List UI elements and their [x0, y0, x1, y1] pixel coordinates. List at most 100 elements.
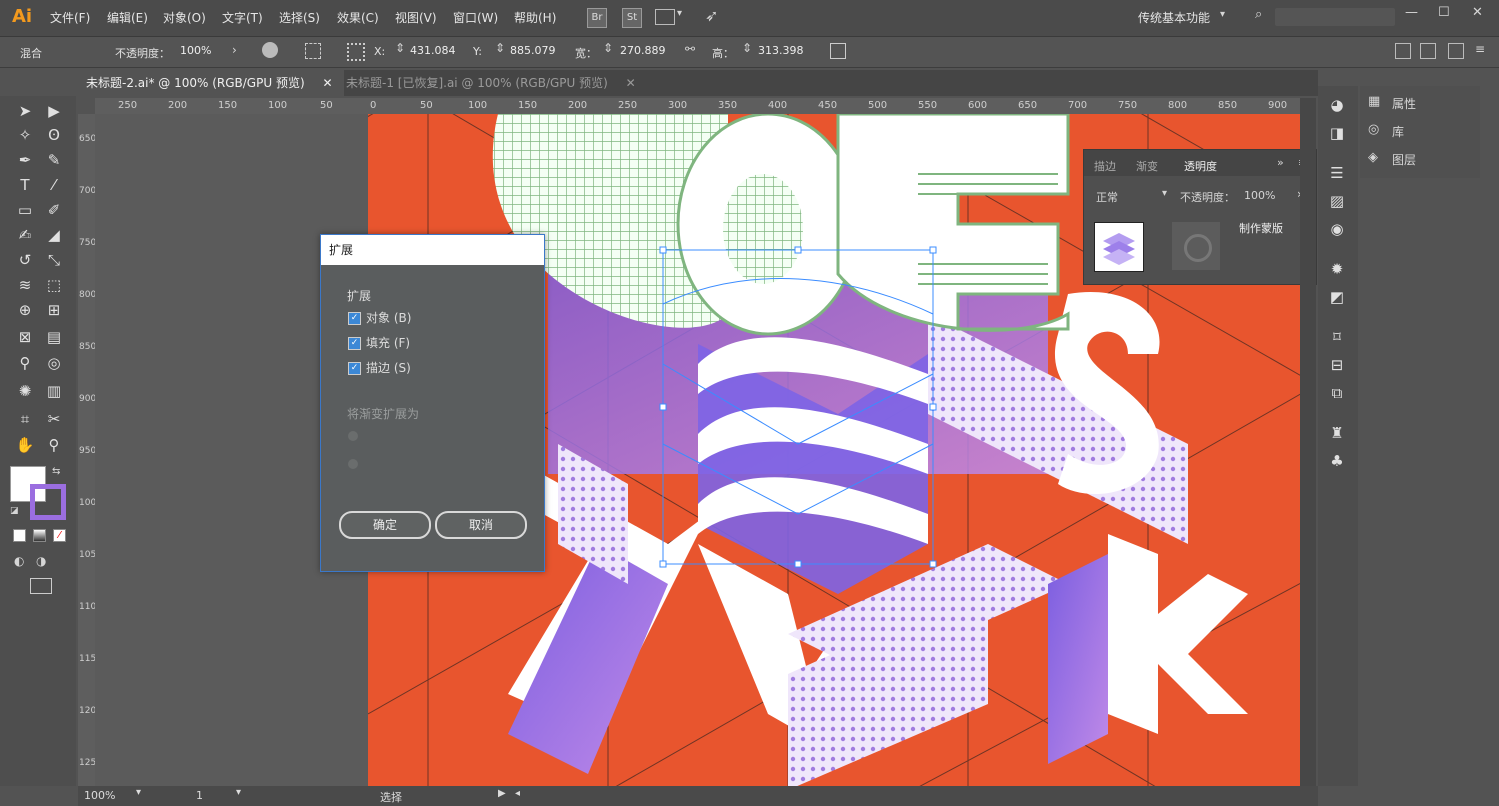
lasso-tool-icon[interactable]: ʘ — [43, 124, 65, 146]
symbol-sprayer-tool-icon[interactable]: ✺ — [14, 380, 36, 402]
chevron-left-icon[interactable]: ◂ — [515, 788, 520, 799]
paintbrush-tool-icon[interactable]: ✐ — [43, 199, 65, 221]
isolate-icon[interactable] — [1448, 43, 1464, 59]
pen-tool-icon[interactable]: ✒ — [14, 149, 36, 171]
width-stepper-icon[interactable]: ⇕ — [603, 41, 613, 55]
slice-tool-icon[interactable]: ✂ — [43, 408, 65, 430]
artboard-chevron-icon[interactable]: ▾ — [236, 787, 241, 798]
maximize-button[interactable]: ☐ — [1438, 5, 1450, 20]
menu-object[interactable]: 对象(O) — [163, 9, 206, 26]
x-input[interactable]: 431.084 — [410, 43, 456, 59]
draw-behind-icon[interactable]: ◑ — [36, 554, 46, 568]
align-panel-icon[interactable] — [1395, 43, 1411, 59]
shape-builder-tool-icon[interactable]: ⊕ — [14, 299, 36, 321]
vertical-scrollbar[interactable] — [1300, 98, 1316, 786]
stroke-panel-icon[interactable]: ☰ — [1326, 162, 1348, 184]
line-tool-icon[interactable]: ⁄ — [43, 174, 65, 196]
stroke-color-swatch[interactable] — [30, 484, 66, 520]
shaper-tool-icon[interactable]: ✍ — [14, 224, 36, 246]
library-icon[interactable]: ◎ — [1368, 122, 1379, 137]
menu-select[interactable]: 选择(S) — [279, 9, 320, 26]
close-icon[interactable]: ✕ — [322, 76, 332, 90]
gradient-mesh-radio[interactable] — [348, 431, 358, 441]
mesh-tool-icon[interactable]: ⊠ — [14, 326, 36, 348]
play-icon[interactable]: ▶ — [498, 788, 506, 799]
x-stepper-icon[interactable]: ⇕ — [395, 41, 405, 55]
tab-transparency[interactable]: 透明度 — [1184, 158, 1217, 174]
gradient-objects-radio[interactable] — [348, 459, 358, 469]
symbols-icon[interactable]: ♣ — [1326, 450, 1348, 472]
default-colors-icon[interactable]: ◪ — [10, 506, 19, 516]
minimize-button[interactable]: — — [1405, 5, 1418, 20]
menu-effect[interactable]: 效果(C) — [337, 9, 379, 26]
transparency-panel-icon[interactable]: ◉ — [1326, 218, 1348, 240]
blend-mode-select[interactable]: 正常 — [1096, 189, 1118, 205]
rectangle-tool-icon[interactable]: ▭ — [14, 199, 36, 221]
draw-mode-icon[interactable]: ◐ — [14, 554, 24, 568]
transform-panel-icon[interactable]: ⌑ — [1326, 326, 1348, 348]
menu-help[interactable]: 帮助(H) — [514, 9, 556, 26]
zoom-chevron-icon[interactable]: ▾ — [136, 787, 141, 798]
artboard-tool-icon[interactable]: ⌗ — [14, 408, 36, 430]
curvature-tool-icon[interactable]: ✎ — [43, 149, 65, 171]
distribute-icon[interactable] — [1420, 43, 1436, 59]
blend-chevron-icon[interactable]: ▾ — [1162, 188, 1167, 199]
align-icon[interactable] — [305, 43, 321, 59]
y-stepper-icon[interactable]: ⇕ — [495, 41, 505, 55]
control-menu-icon[interactable]: ≡ — [1475, 42, 1485, 56]
mask-thumbnail[interactable] — [1172, 222, 1220, 270]
properties-icon[interactable]: ▦ — [1368, 94, 1380, 109]
panel-library[interactable]: 库 — [1392, 123, 1404, 140]
make-mask-button[interactable]: 制作蒙版 — [1239, 220, 1283, 236]
align-dock-icon[interactable]: ⊟ — [1326, 354, 1348, 376]
panel-collapse-icon[interactable]: » — [1277, 156, 1284, 169]
free-transform-tool-icon[interactable]: ⬚ — [43, 274, 65, 296]
chevron-down-icon[interactable]: ▾ — [677, 8, 682, 19]
eyedropper-tool-icon[interactable]: ⚲ — [14, 352, 36, 374]
layer-thumbnail[interactable] — [1094, 222, 1144, 272]
none-mode-icon[interactable]: ⁄ — [53, 529, 66, 542]
search-input[interactable] — [1275, 8, 1395, 26]
gradient-tool-icon[interactable]: ▤ — [43, 326, 65, 348]
swap-colors-icon[interactable]: ⇆ — [52, 466, 60, 477]
width-tool-icon[interactable]: ≋ — [14, 274, 36, 296]
y-input[interactable]: 885.079 — [510, 43, 556, 59]
pathfinder-icon[interactable]: ⧉ — [1326, 382, 1348, 404]
bridge-icon[interactable]: Br — [587, 8, 607, 28]
close-window-button[interactable]: ✕ — [1472, 5, 1483, 20]
tab-document-2[interactable]: 未标题-2.ai* @ 100% (RGB/GPU 预览) ✕ — [78, 70, 344, 96]
gradient-panel-icon[interactable]: ▨ — [1326, 190, 1348, 212]
close-icon[interactable]: ✕ — [626, 76, 636, 90]
gradient-mode-icon[interactable] — [33, 529, 46, 542]
dialog-titlebar[interactable]: 扩展 — [321, 235, 544, 265]
workspace-switcher[interactable]: 传统基本功能 — [1138, 9, 1210, 26]
appearance-panel-icon[interactable]: ✹ — [1326, 258, 1348, 280]
panel-layers[interactable]: 图层 — [1392, 151, 1416, 168]
layers-icon[interactable]: ◈ — [1368, 150, 1378, 165]
document-icon[interactable]: ◨ — [1326, 122, 1348, 144]
link-proportions-icon[interactable]: ⚯ — [685, 42, 695, 56]
menu-window[interactable]: 窗口(W) — [453, 9, 498, 26]
rocket-icon[interactable]: ➶ — [705, 6, 718, 25]
stock-icon[interactable]: St — [622, 8, 642, 28]
menu-edit[interactable]: 编辑(E) — [107, 9, 148, 26]
zoom-level[interactable]: 100% — [84, 789, 115, 802]
tab-stroke[interactable]: 描边 — [1094, 158, 1116, 174]
screen-mode-icon[interactable] — [30, 578, 52, 594]
height-input[interactable]: 313.398 — [758, 43, 804, 59]
search-icon[interactable]: ⌕ — [1255, 7, 1262, 22]
selection-tool-icon[interactable]: ➤ — [14, 100, 36, 122]
width-input[interactable]: 270.889 — [620, 43, 666, 59]
hand-tool-icon[interactable]: ✋ — [14, 434, 36, 456]
menu-type[interactable]: 文字(T) — [222, 9, 263, 26]
opacity-chevron-icon[interactable]: › — [232, 43, 237, 57]
rotate-tool-icon[interactable]: ↺ — [14, 249, 36, 271]
cancel-button[interactable]: 取消 — [435, 511, 527, 539]
type-tool-icon[interactable]: T — [14, 174, 36, 196]
direct-selection-tool-icon[interactable]: ▶ — [43, 100, 65, 122]
scale-tool-icon[interactable]: ⤡ — [43, 249, 65, 271]
blend-tool-icon[interactable]: ◎ — [43, 352, 65, 374]
graphic-styles-icon[interactable]: ◩ — [1326, 286, 1348, 308]
ok-button[interactable]: 确定 — [339, 511, 431, 539]
fill-checkbox[interactable]: ✓ — [348, 337, 361, 350]
